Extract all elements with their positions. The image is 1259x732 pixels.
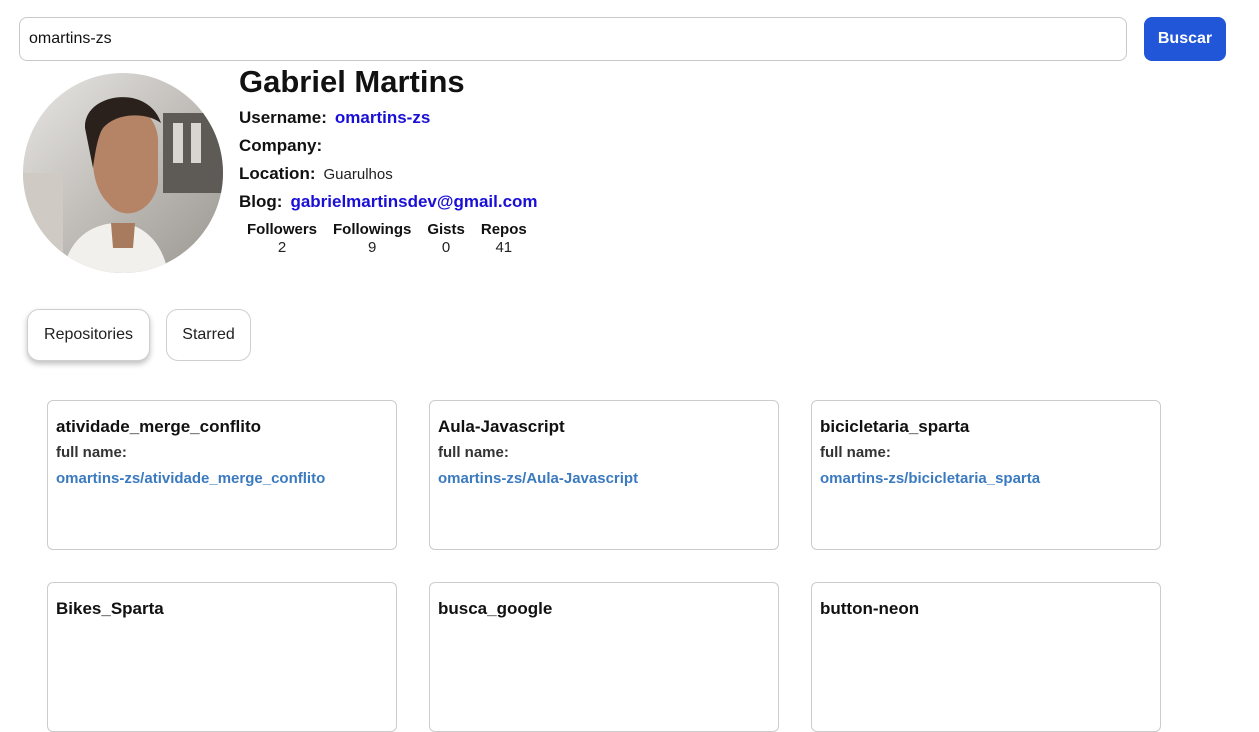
stat-label: Gists — [427, 221, 465, 238]
avatar — [23, 73, 223, 273]
repo-card[interactable]: busca_google — [429, 582, 779, 732]
tab-starred[interactable]: Starred — [166, 309, 251, 361]
repo-name: Aula-Javascript — [438, 417, 565, 436]
stat-followers: Followers 2 — [247, 221, 317, 257]
blog-label: Blog: — [239, 192, 283, 211]
repo-name: bicicletaria_sparta — [820, 417, 970, 436]
repo-full-name-label: full name: — [56, 444, 127, 461]
username-row: Username: omartins-zs — [239, 108, 430, 128]
repo-full-name-link[interactable]: omartins-zs/bicicletaria_sparta — [820, 469, 1152, 489]
repo-full-name-link[interactable]: omartins-zs/atividade_merge_conflito — [56, 469, 388, 489]
blog-row: Blog: gabrielmartinsdev@gmail.com — [239, 192, 538, 212]
stat-value: 41 — [495, 239, 513, 256]
repo-full-name-link[interactable]: omartins-zs/Aula-Javascript — [438, 469, 770, 489]
location-row: Location: Guarulhos — [239, 164, 393, 184]
repo-full-name-label: full name: — [438, 444, 509, 461]
repo-name: button-neon — [820, 599, 920, 618]
stat-label: Repos — [480, 221, 527, 238]
repo-name: Bikes_Sparta — [56, 599, 164, 618]
stat-gists: Gists 0 — [427, 221, 465, 257]
repo-card[interactable]: Bikes_Sparta — [47, 582, 397, 732]
username-label: Username: — [239, 108, 327, 127]
stat-value: 0 — [441, 239, 451, 256]
repo-card[interactable]: button-neon — [811, 582, 1161, 732]
stat-value: 9 — [368, 239, 377, 256]
location-label: Location: — [239, 164, 316, 183]
blog-link[interactable]: gabrielmartinsdev@gmail.com — [290, 192, 537, 211]
repo-name: busca_google — [438, 599, 553, 618]
repo-name: atividade_merge_conflito — [56, 417, 262, 436]
stat-value: 2 — [277, 239, 287, 256]
search-button[interactable]: Buscar — [1144, 17, 1226, 61]
repo-card[interactable]: bicicletaria_sparta full name: omartins-… — [811, 400, 1161, 550]
stat-label: Followers — [247, 221, 318, 238]
repo-card[interactable]: atividade_merge_conflito full name: omar… — [47, 400, 397, 550]
username-link[interactable]: omartins-zs — [335, 108, 430, 127]
location-value: Guarulhos — [323, 166, 393, 183]
profile-stats: Followers 2 Followings 9 Gists 0 Repos 4… — [247, 221, 527, 257]
search-input[interactable] — [19, 17, 1127, 61]
stat-followings: Followings 9 — [333, 221, 411, 257]
company-row: Company: — [239, 136, 330, 156]
stat-repos: Repos 41 — [481, 221, 527, 257]
company-label: Company: — [239, 136, 323, 155]
repo-full-name-label: full name: — [820, 444, 891, 461]
profile-name: Gabriel Martins — [239, 64, 465, 99]
tab-repositories[interactable]: Repositories — [27, 309, 150, 361]
stat-label: Followings — [333, 221, 412, 238]
repo-card[interactable]: Aula-Javascript full name: omartins-zs/A… — [429, 400, 779, 550]
